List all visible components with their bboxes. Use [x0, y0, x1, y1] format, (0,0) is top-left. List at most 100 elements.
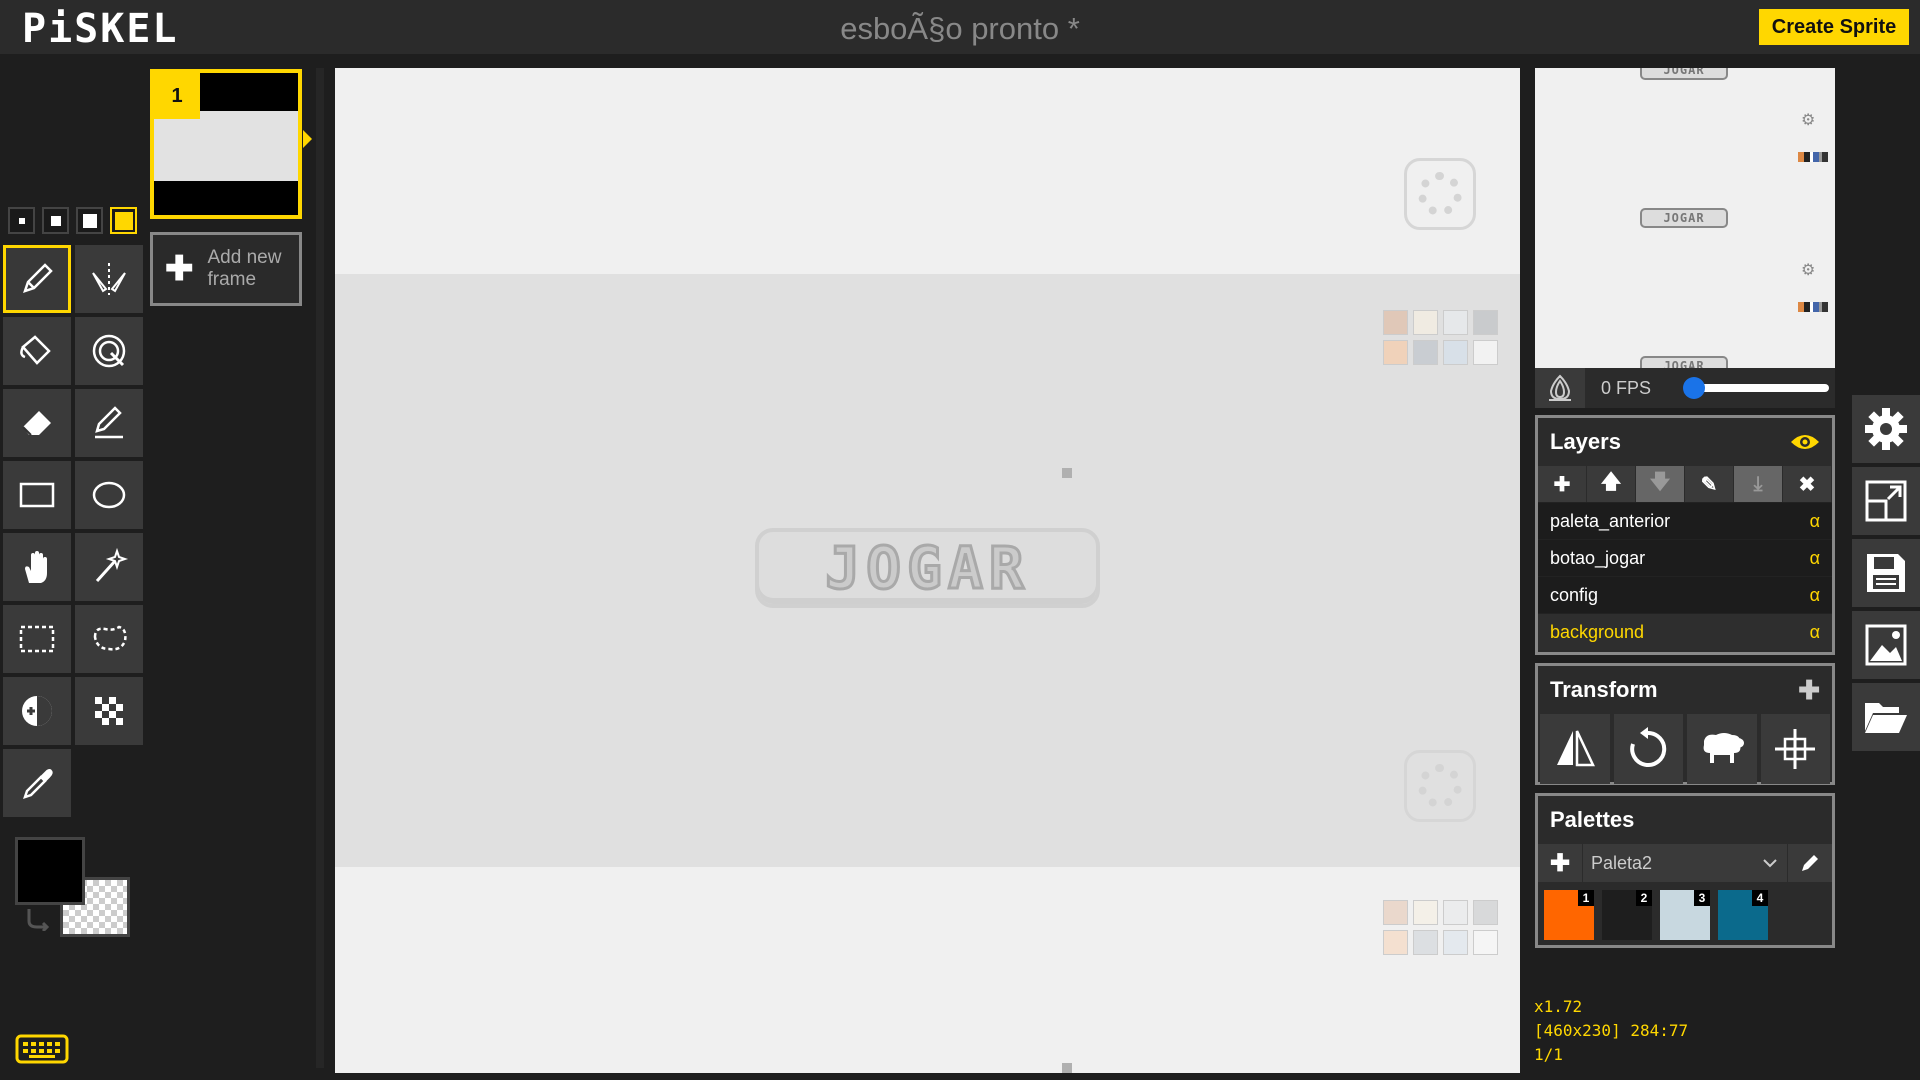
create-sprite-button[interactable]: Create Sprite	[1759, 9, 1909, 45]
plus-icon: ✚	[165, 250, 194, 288]
onion-icon	[1549, 374, 1571, 401]
paint-same-color-tool[interactable]	[75, 317, 143, 385]
preview-gear-icon: ⚙	[1801, 112, 1816, 129]
layer-alpha-icon[interactable]: α	[1810, 511, 1820, 532]
floppy-disk-icon	[1867, 554, 1905, 592]
rotate-button[interactable]	[1613, 714, 1683, 784]
preview-palette	[1798, 302, 1828, 312]
fps-slider-thumb[interactable]	[1683, 377, 1705, 399]
palette-select[interactable]: Paleta2	[1582, 844, 1788, 882]
layer-item[interactable]: botao_jogar α	[1538, 539, 1832, 576]
edit-palette-button[interactable]	[1788, 853, 1832, 873]
pencil-icon	[1802, 855, 1818, 871]
top-bar: PiSKEL esboÃ§o pronto * Create Sprite	[0, 0, 1920, 54]
edit-layer-button[interactable]: ✎	[1685, 466, 1734, 502]
layer-name: background	[1550, 621, 1645, 642]
layer-alpha-icon[interactable]: α	[1810, 585, 1820, 606]
gear-icon	[1404, 750, 1476, 822]
shape-selection-tool[interactable]	[75, 533, 143, 601]
layer-toolbar: ✚ 🡅 🡇 ✎ ⤓ ✖	[1538, 466, 1832, 502]
fps-slider[interactable]	[1683, 377, 1829, 399]
resize-icon	[1865, 480, 1907, 522]
add-layer-button[interactable]: ✚	[1538, 466, 1587, 502]
flip-icon	[1556, 730, 1595, 767]
eraser-tool[interactable]	[3, 389, 71, 457]
stroke-tool[interactable]	[75, 389, 143, 457]
layers-title: Layers	[1550, 429, 1621, 454]
eyedropper-icon	[23, 769, 53, 799]
merge-layer-button[interactable]: ⤓	[1734, 466, 1783, 502]
rect-select-icon	[19, 625, 55, 653]
frame-counter: 1/1	[1534, 1045, 1563, 1064]
keyboard-shortcuts-icon[interactable]	[15, 1034, 69, 1064]
document-title[interactable]: esboÃ§o pronto *	[0, 11, 1920, 47]
line-pencil-icon	[95, 406, 123, 439]
move-tool[interactable]	[3, 533, 71, 601]
palette-color-2[interactable]: 2	[1602, 890, 1652, 940]
clone-button[interactable]	[1687, 714, 1757, 784]
rectangle-selection-tool[interactable]	[3, 605, 71, 673]
swap-colors-icon[interactable]	[23, 907, 51, 931]
pen-size-3[interactable]	[76, 207, 103, 234]
pen-size-2[interactable]	[42, 207, 69, 234]
layer-alpha-icon[interactable]: α	[1810, 622, 1820, 643]
palette-color-1[interactable]: 1	[1544, 890, 1594, 940]
layer-name: config	[1550, 584, 1599, 605]
expand-plus-icon[interactable]: ✚	[1798, 675, 1820, 706]
eye-icon[interactable]	[1790, 432, 1820, 452]
lasso-selection-tool[interactable]	[75, 605, 143, 673]
onion-skin-toggle[interactable]	[1535, 368, 1585, 408]
tool-palette	[3, 245, 145, 817]
fps-bar: 0 FPS	[1535, 368, 1835, 408]
flip-button[interactable]	[1540, 714, 1610, 784]
add-new-frame-button[interactable]: ✚ Add new frame	[150, 232, 302, 306]
move-layer-up-button[interactable]: 🡅	[1587, 466, 1636, 502]
preview-jogar-button: JOGAR	[1640, 208, 1728, 228]
paint-bucket-tool[interactable]	[3, 317, 71, 385]
color-picker-tool[interactable]	[3, 749, 71, 817]
settings-button[interactable]	[1852, 395, 1920, 463]
pen-tool[interactable]	[3, 245, 71, 313]
circle-tool[interactable]	[75, 461, 143, 529]
transform-panel: Transform ✚	[1535, 663, 1835, 785]
palette-color-3[interactable]: 3	[1660, 890, 1710, 940]
palette-color-4[interactable]: 4	[1718, 890, 1768, 940]
pen-size-1[interactable]	[8, 207, 35, 234]
layer-item[interactable]: paleta_anterior α	[1538, 502, 1832, 539]
hand-icon	[25, 551, 47, 583]
preview-jogar-button: JOGAR	[1640, 68, 1728, 80]
open-button[interactable]	[1852, 683, 1920, 751]
palette-select-value: Paleta2	[1591, 852, 1653, 873]
target-bucket-icon	[92, 334, 126, 368]
align-center-button[interactable]	[1760, 714, 1830, 784]
canvas-size-cursor: [460x230] 284:77	[1534, 1021, 1689, 1040]
vertical-mirror-pen-tool[interactable]	[75, 245, 143, 313]
rotate-icon	[1630, 727, 1667, 767]
transform-tools	[1538, 714, 1832, 784]
export-button[interactable]	[1852, 611, 1920, 679]
preview-jogar-button: JOGAR	[1640, 356, 1728, 368]
primary-color-swatch[interactable]	[15, 837, 85, 905]
dithering-tool[interactable]	[75, 677, 143, 745]
resize-button[interactable]	[1852, 467, 1920, 535]
move-layer-down-button[interactable]: 🡇	[1636, 466, 1685, 502]
layer-item[interactable]: config α	[1538, 576, 1832, 613]
delete-layer-button[interactable]: ✖	[1783, 466, 1832, 502]
rectangle-icon	[19, 482, 55, 508]
palette-colors: 1 2 3 4	[1538, 882, 1832, 948]
layer-item-selected[interactable]: background α	[1538, 613, 1832, 650]
lighten-tool[interactable]	[3, 677, 71, 745]
animation-preview[interactable]: JOGAR ⚙ JOGAR ⚙ JOGAR	[1535, 68, 1835, 368]
lasso-icon	[93, 625, 127, 651]
add-palette-button[interactable]: ✚	[1538, 849, 1582, 878]
pen-size-4[interactable]	[110, 207, 137, 234]
save-button[interactable]	[1852, 539, 1920, 607]
drawing-canvas[interactable]: JOGAR	[335, 68, 1520, 1073]
folder-open-icon	[1865, 703, 1907, 733]
frame-thumbnail[interactable]: 1	[150, 69, 302, 219]
layers-panel: Layers ✚ 🡅 🡇 ✎ ⤓ ✖ paleta_anterior α bot…	[1535, 415, 1835, 655]
frames-scrollbar[interactable]	[316, 68, 324, 1068]
palette-color-index: 3	[1694, 890, 1710, 906]
layer-alpha-icon[interactable]: α	[1810, 548, 1820, 569]
rectangle-tool[interactable]	[3, 461, 71, 529]
